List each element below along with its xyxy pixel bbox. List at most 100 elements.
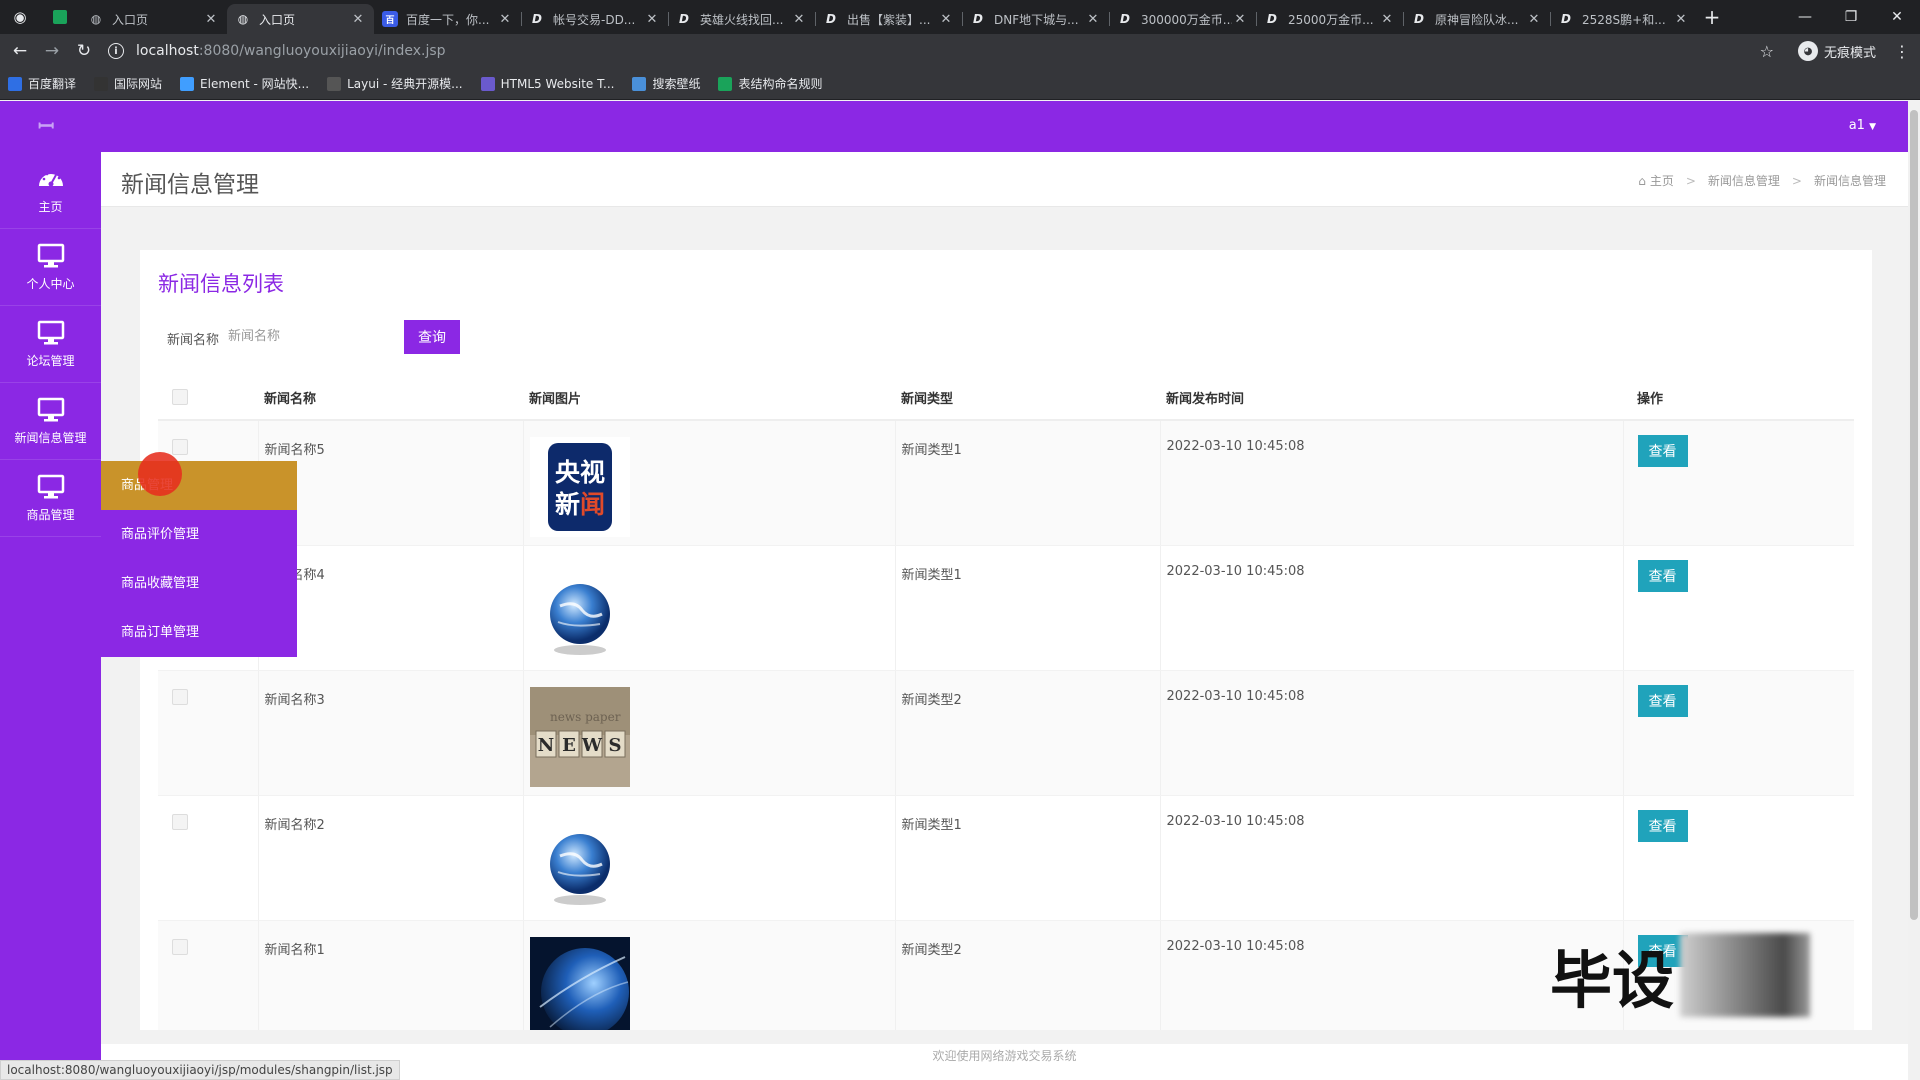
row-checkbox[interactable] — [172, 938, 188, 955]
select-all-checkbox[interactable] — [172, 389, 188, 405]
breadcrumb-home[interactable]: 主页 — [1650, 172, 1674, 189]
minimize-icon[interactable]: — — [1782, 9, 1828, 25]
query-button[interactable]: 查询 — [404, 320, 460, 354]
user-menu[interactable]: a1 ▼ — [1849, 118, 1876, 133]
news-type-cell: 新闻类型1 — [895, 420, 1161, 546]
browser-tab[interactable]: D DNF地下城与... ✕ — [962, 4, 1109, 34]
bookmark-item[interactable]: 表结构命名规则 — [718, 75, 822, 92]
page-scrollbar-thumb[interactable] — [1910, 110, 1918, 920]
browser-toolbar: ← → ↻ i localhost:8080/wangluoyouxijiaoy… — [0, 34, 1920, 68]
actions-cell: 查看 — [1623, 420, 1854, 546]
browser-tab[interactable]: 百百度一下，你... ✕ — [374, 4, 521, 34]
bookmark-item[interactable]: 搜索壁纸 — [632, 75, 700, 92]
monitor-icon — [36, 319, 66, 347]
view-button[interactable]: 查看 — [1637, 435, 1688, 467]
row-checkbox[interactable] — [172, 688, 188, 705]
new-tab-button[interactable]: + — [1697, 5, 1727, 29]
browser-tab[interactable]: D 25000万金币... ✕ — [1256, 4, 1403, 34]
goods-submenu: 商品管理商品评价管理商品收藏管理商品订单管理 — [101, 461, 297, 657]
news-name-cell: 新闻名称4 — [258, 545, 524, 671]
submenu-item[interactable]: 商品评价管理 — [101, 510, 297, 559]
submenu-item[interactable]: 商品管理 — [101, 461, 297, 510]
browser-tab[interactable]: D 帐号交易-DD... ✕ — [521, 4, 668, 34]
tab-close-icon[interactable]: ✕ — [1673, 12, 1689, 27]
browser-tab[interactable]: ◍ 入口页 ✕ — [227, 4, 374, 34]
bookmark-label: 国际网站 — [114, 77, 163, 91]
news-name-cell: 新闻名称5 — [258, 420, 524, 546]
sidebar-item[interactable]: 个人中心 — [0, 229, 101, 306]
bookmark-item[interactable]: HTML5 Website T... — [480, 76, 614, 91]
row-select-cell — [158, 920, 259, 1030]
publish-time-cell: 2022-03-10 10:45:08 — [1160, 795, 1624, 921]
browser-tab[interactable]: D 2528S鹏+和... ✕ — [1550, 4, 1697, 34]
pinned-tab-icon[interactable] — [40, 0, 80, 34]
tab-title: 百度一下，你... — [406, 12, 490, 27]
tab-close-icon[interactable]: ✕ — [1526, 12, 1542, 27]
tab-close-icon[interactable]: ✕ — [1379, 12, 1395, 27]
restore-icon[interactable]: ❐ — [1828, 9, 1874, 25]
svg-text:S: S — [608, 735, 621, 756]
publish-time-cell: 2022-03-10 10:45:08 — [1160, 420, 1624, 546]
monitor-icon — [36, 396, 66, 424]
tab-close-icon[interactable]: ✕ — [1085, 12, 1101, 27]
bookmark-item[interactable]: Element - 网站快... — [180, 75, 309, 92]
news-list-card: 新闻信息列表 新闻名称 查询 新闻名称 新闻图片 新闻类型 新闻发布时间 操作 … — [140, 250, 1872, 1030]
mouse-cursor-highlight — [138, 452, 182, 496]
bookmark-label: 表结构命名规则 — [738, 77, 823, 91]
view-button[interactable]: 查看 — [1637, 559, 1688, 592]
actions-cell: 查看 — [1623, 545, 1854, 671]
view-button[interactable]: 查看 — [1637, 684, 1688, 717]
sidebar-item-label: 个人中心 — [26, 277, 75, 291]
tab-favicon-icon: D — [1120, 12, 1130, 26]
address-bar[interactable]: i localhost:8080/wangluoyouxijiaoyi/inde… — [108, 37, 1760, 65]
publish-time-cell: 2022-03-10 10:45:08 — [1160, 545, 1624, 671]
sidebar-item[interactable]: 商品管理 — [0, 460, 101, 537]
reload-icon[interactable]: ↻ — [68, 41, 100, 61]
tab-favicon-icon: D — [1414, 12, 1424, 26]
incognito-icon: ◕ — [1797, 41, 1818, 61]
browser-tab[interactable]: D 300000万金币... ✕ — [1109, 4, 1256, 34]
tab-title: 25000万金币... — [1288, 12, 1374, 27]
sidebar-item[interactable]: 主页 — [0, 152, 101, 229]
tab-favicon-icon: D — [973, 12, 983, 26]
browser-tab[interactable]: D 英雄火线找回... ✕ — [668, 4, 815, 34]
dashboard-icon — [36, 165, 66, 193]
browser-tab[interactable]: D 原神冒险队冰... ✕ — [1403, 4, 1550, 34]
sidebar: 主页个人中心论坛管理 新闻信息管理商品管理 — [0, 152, 101, 1080]
bookmark-item[interactable]: Layui - 经典开源模... — [327, 75, 463, 92]
profile-button[interactable]: ◕ 无痕模式 — [1797, 41, 1876, 61]
tab-close-icon[interactable]: ✕ — [203, 12, 219, 27]
chrome-menu-icon[interactable]: ◉ — [0, 0, 40, 34]
tab-close-icon[interactable]: ✕ — [791, 12, 807, 27]
bookmark-item[interactable]: 百度翻译 — [8, 75, 76, 92]
browser-tab-bar: ◉ ◍ 入口页 ✕ ◍ 入口页 ✕ 百百度一下，你... ✕ D 帐号交易-DD... ✕ D 英雄火线… — [0, 0, 1920, 34]
tab-close-icon[interactable]: ✕ — [497, 12, 513, 27]
site-info-icon[interactable]: i — [108, 43, 124, 59]
back-icon[interactable]: ← — [4, 41, 36, 61]
tab-close-icon[interactable]: ✕ — [938, 12, 954, 27]
row-checkbox[interactable] — [172, 439, 188, 455]
sidebar-item-label: 商品管理 — [26, 508, 75, 522]
tab-close-icon[interactable]: ✕ — [350, 12, 366, 27]
bookmark-item[interactable]: 国际网站 — [94, 75, 162, 92]
row-checkbox[interactable] — [172, 813, 188, 830]
tab-title: 帐号交易-DD... — [553, 12, 636, 27]
close-window-icon[interactable]: ✕ — [1874, 9, 1920, 25]
breadcrumb-section[interactable]: 新闻信息管理 — [1708, 172, 1780, 189]
view-button[interactable]: 查看 — [1637, 809, 1688, 842]
forward-icon[interactable]: → — [36, 41, 68, 61]
watermark: 毕设 — [1550, 930, 1811, 1020]
news-name-search-input[interactable] — [219, 321, 369, 351]
bookmark-star-icon[interactable]: ☆ — [1760, 42, 1774, 61]
page-header: 新闻信息管理 ⌂ 主页 > 新闻信息管理 > 新闻信息管理 — [101, 152, 1908, 207]
submenu-item[interactable]: 商品收藏管理 — [101, 559, 297, 608]
browser-tab[interactable]: D 出售【紫装】... ✕ — [815, 4, 962, 34]
browser-tab[interactable]: ◍ 入口页 ✕ — [80, 4, 227, 34]
sidebar-item[interactable]: 论坛管理 — [0, 306, 101, 383]
tab-close-icon[interactable]: ✕ — [1232, 12, 1248, 27]
submenu-item[interactable]: 商品订单管理 — [101, 608, 297, 657]
bookmark-favicon-icon — [8, 76, 22, 91]
sidebar-item[interactable]: 新闻信息管理 — [0, 383, 101, 460]
tab-close-icon[interactable]: ✕ — [644, 12, 660, 27]
more-menu-icon[interactable]: ⋮ — [1894, 42, 1910, 61]
